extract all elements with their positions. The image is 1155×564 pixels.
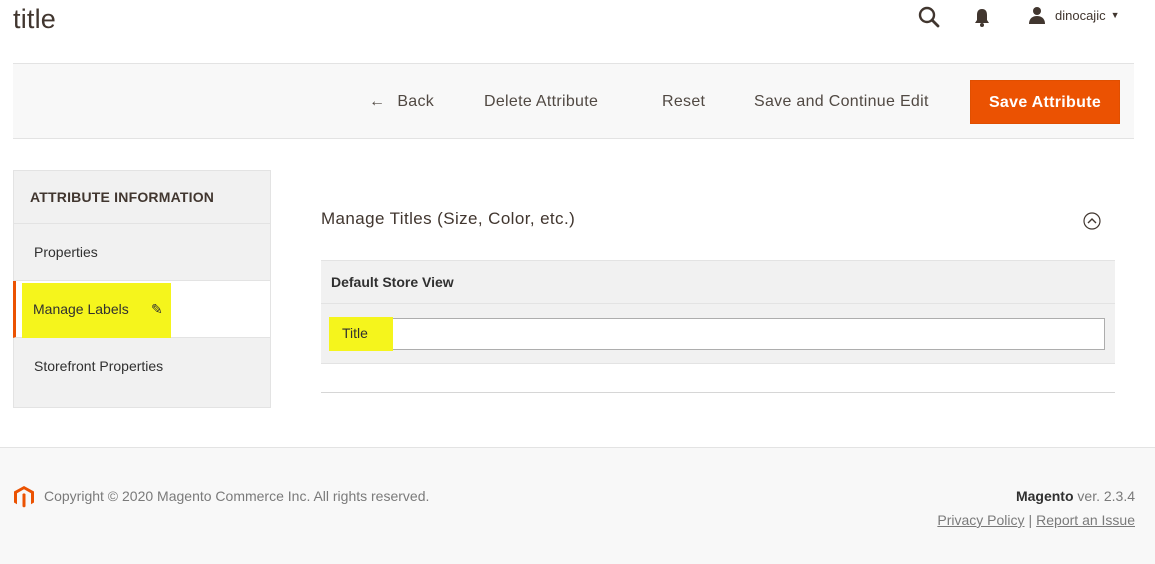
- collapse-icon[interactable]: [1083, 212, 1101, 230]
- back-label: Back: [397, 93, 435, 110]
- store-view-field: Title: [329, 317, 1105, 351]
- magento-logo-icon: [14, 486, 34, 508]
- sidebar-item-properties[interactable]: Properties: [13, 224, 271, 281]
- attribute-sidebar: ATTRIBUTE INFORMATION Properties Manage …: [13, 170, 271, 408]
- bell-icon[interactable]: [970, 5, 994, 29]
- caret-down-icon: ▼: [1110, 10, 1120, 20]
- section-title: Manage Titles (Size, Color, etc.): [321, 209, 576, 228]
- page-actions-bar: ← Back Delete Attribute Reset Save and Co…: [13, 63, 1134, 139]
- copyright-text: Copyright © 2020 Magento Commerce Inc. A…: [44, 488, 430, 504]
- version-number: ver. 2.3.4: [1077, 488, 1135, 504]
- arrow-left-icon: ←: [369, 93, 386, 110]
- brand-name: Magento: [1015, 488, 1074, 504]
- link-separator: |: [1028, 512, 1033, 528]
- back-button[interactable]: ← Back: [369, 80, 434, 124]
- sidebar-item-storefront-properties[interactable]: Storefront Properties: [13, 338, 271, 408]
- default-store-view-input[interactable]: [329, 318, 1105, 350]
- user-icon: [1029, 7, 1045, 24]
- sidebar-item-label: Storefront Properties: [34, 358, 164, 374]
- store-view-header: Default Store View: [321, 261, 1115, 304]
- user-menu[interactable]: dinocajic ▼: [1028, 4, 1120, 26]
- save-attribute-button[interactable]: Save Attribute: [970, 80, 1120, 124]
- store-view-table: Default Store View Title: [321, 260, 1115, 364]
- sidebar-item-label: Manage Labels: [33, 301, 129, 317]
- reset-button[interactable]: Reset: [662, 80, 705, 124]
- pencil-icon: ✎: [151, 301, 163, 317]
- default-store-view-value: Title: [342, 325, 368, 341]
- footer: Copyright © 2020 Magento Commerce Inc. A…: [0, 447, 1155, 564]
- sidebar-title: ATTRIBUTE INFORMATION: [13, 170, 271, 224]
- save-and-continue-button[interactable]: Save and Continue Edit: [754, 80, 929, 124]
- sidebar-item-label: Properties: [34, 244, 98, 260]
- user-name: dinocajic: [1055, 7, 1106, 23]
- section-divider: [321, 392, 1115, 393]
- delete-attribute-button[interactable]: Delete Attribute: [484, 80, 598, 124]
- page-title: title: [13, 4, 57, 34]
- sidebar-item-manage-labels[interactable]: Manage Labels ✎: [13, 281, 271, 340]
- report-issue-link[interactable]: Report an Issue: [1036, 512, 1135, 528]
- search-icon[interactable]: [917, 5, 941, 29]
- footer-links: Privacy Policy | Report an Issue: [937, 512, 1135, 528]
- privacy-policy-link[interactable]: Privacy Policy: [937, 512, 1024, 528]
- version-info: Magento ver. 2.3.4: [1016, 488, 1135, 504]
